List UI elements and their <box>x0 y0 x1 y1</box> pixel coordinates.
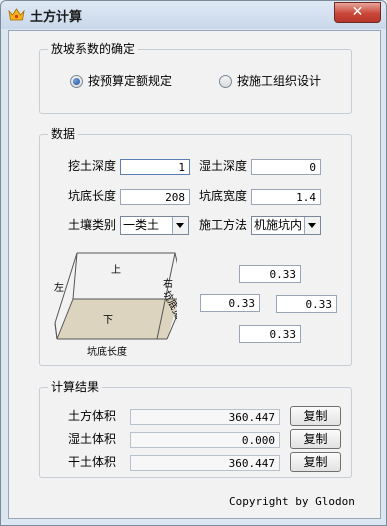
chevron-down-icon[interactable] <box>304 217 320 234</box>
copy-dry-soil-volume-button[interactable]: 复制 <box>290 452 341 472</box>
construction-method-label: 施工方法 <box>199 218 248 232</box>
construction-method-value: 机施坑内 <box>254 218 303 232</box>
window-title: 土方计算 <box>30 10 83 25</box>
dry-soil-volume-field: 360.447 <box>130 455 280 471</box>
radio-construction-design-label[interactable]: 按施工组织设计 <box>237 73 321 89</box>
close-icon: ✕ <box>351 4 364 20</box>
data-group-title: 数据 <box>48 126 79 142</box>
slope-bottom-input[interactable]: 0.33 <box>239 325 301 343</box>
wet-soil-volume-label: 湿土体积 <box>68 432 117 446</box>
pit-width-label: 坑底宽度 <box>199 189 248 203</box>
chevron-down-icon[interactable] <box>172 217 188 234</box>
copy-earth-volume-button[interactable]: 复制 <box>290 406 341 426</box>
copy-wet-soil-volume-button[interactable]: 复制 <box>290 429 341 449</box>
slope-right-input[interactable]: 0.33 <box>276 295 337 313</box>
slope-left-input[interactable]: 0.33 <box>200 294 260 312</box>
dialog-body: 放坡系数的确定 按预算定额规定 按施工组织设计 数据 挖土深度 1 湿土深度 0… <box>8 30 381 519</box>
diagram-left-label: 左 <box>54 281 64 294</box>
pit-length-input[interactable]: 208 <box>120 189 190 205</box>
copyright-text: Copyright by Glodon <box>229 495 355 508</box>
construction-method-select[interactable]: 机施坑内 <box>251 216 321 235</box>
results-group-title: 计算结果 <box>48 379 103 395</box>
pit-diagram: 上 左 右 下 坑底长度 坑底宽度 <box>54 252 177 358</box>
results-group: 计算结果 土方体积 360.447 复制 湿土体积 0.000 复制 干土体积 … <box>39 379 352 478</box>
radio-construction-design[interactable] <box>219 75 232 88</box>
pit-bottom-face <box>57 299 177 339</box>
title-bar[interactable]: 土方计算 ✕ <box>1 1 386 29</box>
excavation-depth-label: 挖土深度 <box>68 159 117 173</box>
diagram-top-label: 上 <box>111 264 121 276</box>
pit-length-label: 坑底长度 <box>68 189 117 203</box>
wet-depth-input[interactable]: 0 <box>251 159 321 175</box>
wet-soil-volume-field: 0.000 <box>130 432 280 448</box>
app-window: 土方计算 ✕ 放坡系数的确定 按预算定额规定 按施工组织设计 数据 挖土深度 1… <box>0 0 387 526</box>
earth-volume-field: 360.447 <box>130 409 280 425</box>
excavation-depth-input[interactable]: 1 <box>120 159 190 175</box>
crown-icon <box>8 8 25 21</box>
earth-volume-label: 土方体积 <box>68 409 117 423</box>
pit-width-input[interactable]: 1.4 <box>251 189 321 205</box>
diagram-right-label: 右 <box>163 277 173 290</box>
slope-group: 放坡系数的确定 按预算定额规定 按施工组织设计 <box>39 41 352 114</box>
diagram-bottom-label: 下 <box>103 315 113 326</box>
soil-type-select[interactable]: 一类土 <box>120 216 189 235</box>
slope-top-input[interactable]: 0.33 <box>239 265 301 283</box>
diagram-pit-length-label: 坑底长度 <box>87 345 127 358</box>
radio-budget-quota-label[interactable]: 按预算定额规定 <box>88 73 172 89</box>
radio-budget-quota[interactable] <box>70 75 83 88</box>
slope-group-title: 放坡系数的确定 <box>48 41 139 57</box>
wet-depth-label: 湿土深度 <box>199 159 248 173</box>
close-button[interactable]: ✕ <box>334 2 381 23</box>
soil-type-label: 土壤类别 <box>68 218 117 232</box>
dry-soil-volume-label: 干土体积 <box>68 455 117 469</box>
soil-type-value: 一类土 <box>123 218 160 232</box>
